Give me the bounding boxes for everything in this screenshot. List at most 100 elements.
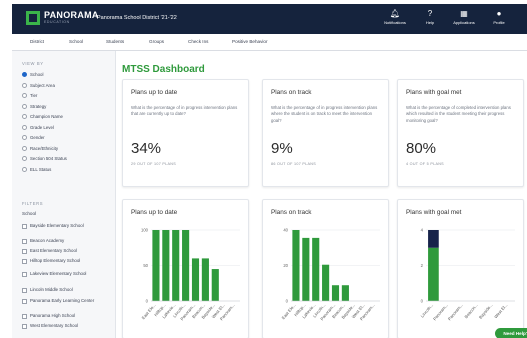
bar[interactable] [312,237,320,301]
radio-icon [22,166,27,172]
card-title: Plans with goal met [406,89,462,96]
panorama-logo[interactable]: PANORAMA EDUCATION [26,10,99,25]
y-tick-label: 50 [143,263,148,268]
sidebar: VIEW BY School Subject Area Tier Strategy Ch… [12,51,116,338]
card-title: Plans on track [271,89,312,96]
top-icon-label: Notifications [384,20,406,25]
chart-card: Plans up to date 100 50 0 East Ele... Hilltop… [122,199,249,338]
view-by-school[interactable]: School [22,72,43,77]
school-filter-option[interactable]: West Elementary School [22,323,110,329]
bell-button[interactable]: 🔔︎ Notifications [380,9,410,27]
checkbox-icon [22,248,27,254]
help-button[interactable]: ? Help [415,9,445,27]
card-description: What is the percentage of completed inte… [406,105,511,123]
card-caption: 86 OUT OF 107 PLANS [271,162,316,166]
view-by-heading: VIEW BY [22,61,44,66]
y-tick-label: 0 [146,299,149,304]
school-filter-option[interactable]: Panorama High School [22,313,110,319]
need-help-button[interactable]: Need Help? [495,328,527,338]
bar[interactable] [211,269,219,301]
top-icon-label: Applications [453,20,475,25]
app-window: PANORAMA EDUCATION Panorama School Distr… [12,4,527,338]
school-filter-option[interactable]: Lakeview Elementary School [22,271,110,277]
school-filter-option[interactable]: Beacon Academy [22,238,110,244]
school-filter-option[interactable]: Bayside Elementary School [22,223,110,229]
checkbox-icon [22,258,27,264]
nav-district[interactable]: District [30,39,44,44]
page-title: MTSS Dashboard [122,64,205,75]
bar[interactable] [172,230,180,301]
logo-mark-icon [26,10,40,25]
bar[interactable] [152,230,160,301]
school-filter-option[interactable]: East Elementary School [22,248,110,254]
apps-grid-button[interactable]: ▦ Applications [449,9,479,27]
school-name: Beacon Academy [30,238,65,243]
logo-subtitle: EDUCATION [44,20,70,24]
radio-icon [22,124,27,130]
nav-school[interactable]: School [69,39,83,44]
card-caption: 29 OUT OF 107 PLANS [131,162,176,166]
nav-groups[interactable]: Groups [149,39,164,44]
school-name: West Elementary School [30,323,78,328]
view-by-section-504-status[interactable]: Section 504 Status [22,156,67,161]
nav-students[interactable]: Students [106,39,124,44]
bar[interactable] [201,258,209,301]
bar[interactable] [428,247,439,301]
view-by-subject-area[interactable]: Subject Area [22,82,55,88]
checkbox-icon [22,223,27,229]
chart-card: Plans with goal met 4 2 0 Lincoln... Panoram.… [397,199,524,338]
stat-card: Plans on track What is the percentage of … [262,79,389,187]
school-filter-option[interactable]: Hilltop Elementary School [22,258,110,264]
help-icon: ? [427,9,433,18]
school-name: Panorama Early Learning Center [30,298,95,303]
bar[interactable] [341,285,349,301]
view-by-race-ethnicity[interactable]: Race/Ethnicity [22,145,59,151]
school-name: Lincoln Middle School [30,287,73,292]
card-percentage: 34% [131,140,162,157]
bar-chart: 40200East Ele...Hilltop...Lakevie...Linc… [281,228,380,321]
school-name: East Elementary School [30,248,77,253]
nav-check-ins[interactable]: Check Ins [188,39,208,44]
card-title: Plans up to date [131,89,178,96]
card-percentage: 9% [271,140,293,157]
view-by-grade-level[interactable]: Grade Level [22,124,54,130]
radio-icon [22,114,27,119]
radio-label: Gender [30,135,45,140]
school-filter-option[interactable]: Lincoln Middle School [22,287,110,293]
bar[interactable] [428,230,439,248]
checkbox-icon [22,323,27,329]
view-by-strategy[interactable]: Strategy [22,103,47,109]
apps-grid-icon: ▦ [460,9,468,18]
district-selector[interactable]: Panorama School District '21-'22 [97,15,177,21]
top-icon-label: Profile [493,20,505,25]
x-tick-label: Beacon... [463,302,478,319]
nav-positive-behavior[interactable]: Positive Behavior [232,39,268,44]
card-caption: 4 OUT OF 5 PLANS [406,162,444,166]
card-percentage: 80% [406,140,437,157]
y-tick-label: 100 [141,228,149,233]
checkbox-icon [22,287,27,293]
top-icon-label: Help [425,20,435,25]
bar[interactable] [292,230,300,301]
bar-chart: 420Lincoln...Panoram...Panoram... Beacon.… [420,228,515,321]
radio-label: Strategy [30,103,47,109]
school-name: Bayside Elementary School [30,223,84,228]
bar[interactable] [162,230,170,301]
view-by-tier[interactable]: Tier [22,93,37,98]
y-tick-label: 0 [421,299,424,304]
bell-icon: 🔔︎ [389,9,401,18]
y-tick-label: 4 [421,228,424,233]
bar[interactable] [302,237,310,301]
bar[interactable] [182,230,190,301]
view-by-champion-name[interactable]: Champion Name [22,114,63,119]
y-tick-label: 0 [286,299,289,304]
bar[interactable] [331,285,340,301]
profile-button[interactable]: ● Profile [484,9,514,27]
bar[interactable] [322,264,330,301]
view-by-ell-status[interactable]: ELL Status [22,166,51,172]
bar-chart: 100500East Ele...Hilltop...Lakevie...Lin… [141,228,240,321]
radio-label: Race/Ethnicity [30,145,59,151]
view-by-gender[interactable]: Gender [22,135,45,140]
school-filter-option[interactable]: Panorama Early Learning Center [22,298,110,304]
bar[interactable] [191,258,200,301]
